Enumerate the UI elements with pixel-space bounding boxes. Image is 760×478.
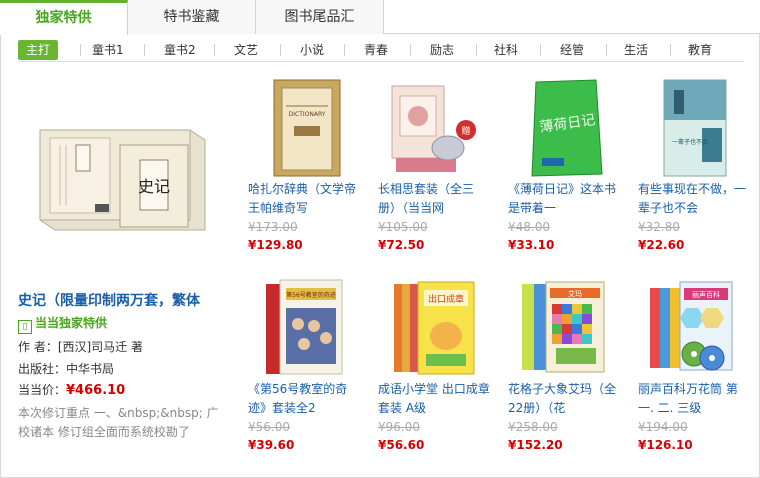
original-price: ¥173.00 <box>248 220 298 234</box>
category-business[interactable]: 经管 <box>560 40 584 60</box>
original-price: ¥32.80 <box>638 220 680 234</box>
divider <box>80 44 81 56</box>
category-inspiration[interactable]: 励志 <box>430 40 454 60</box>
product-image[interactable]: 丽声百科 <box>646 278 742 378</box>
product-name[interactable]: 《薄荷日记》这本书是带着一 <box>508 180 620 218</box>
divider <box>144 44 145 56</box>
sale-price: ¥33.10 <box>508 238 555 252</box>
divider <box>540 44 541 56</box>
featured-description: 本次修订重点 一、&nbsp;&nbsp; 广校诸本 修订组全面而系统校勘了 <box>18 406 219 439</box>
tab-bar: 独家特供 特书鉴藏 图书尾品汇 <box>0 0 760 35</box>
category-life[interactable]: 生活 <box>624 40 648 60</box>
product-image[interactable]: 赠 <box>386 78 482 178</box>
original-price: ¥48.00 <box>508 220 550 234</box>
product-image[interactable]: 一辈子也不会 <box>646 78 742 178</box>
product-name[interactable]: 花格子大象艾玛（全22册）（花 <box>508 380 620 418</box>
product-image[interactable]: 第56号教室的奇迹 <box>256 278 352 378</box>
product-image[interactable]: DICTIONARY <box>256 78 352 178</box>
category-kids1[interactable]: 童书1 <box>92 40 124 60</box>
product-image[interactable]: 艾玛 <box>516 278 612 378</box>
sale-price: ¥152.20 <box>508 438 563 452</box>
sale-price: ¥129.80 <box>248 238 303 252</box>
tab-special-collection[interactable]: 特书鉴藏 <box>128 0 256 34</box>
tab-exclusive[interactable]: 独家特供 <box>0 0 128 35</box>
cover-text: DICTIONARY <box>289 111 326 118</box>
price-label: 当当价： <box>18 383 67 397</box>
product-name[interactable]: 成语小学堂 出口成章套装 A级 <box>378 380 490 418</box>
badge-label: 当当独家特供 <box>35 316 108 330</box>
category-nav: 主打 童书1 童书2 文艺 小说 青春 励志 社科 经管 生活 教育 <box>18 40 744 62</box>
sale-price: ¥39.60 <box>248 438 295 452</box>
sale-price: ¥72.50 <box>378 238 425 252</box>
divider <box>410 44 411 56</box>
sale-price: ¥22.60 <box>638 238 685 252</box>
cover-text: 艾玛 <box>568 290 582 298</box>
product-image[interactable]: 出口成章 <box>386 278 482 378</box>
cover-text: 第56号教室的奇迹 <box>286 291 336 299</box>
cover-text: 出口成章 <box>428 293 464 305</box>
divider <box>606 44 607 56</box>
featured-title[interactable]: 史记（限量印制两万套，繁体 <box>18 290 223 310</box>
category-literature[interactable]: 文艺 <box>234 40 258 60</box>
original-price: ¥105.00 <box>378 220 428 234</box>
category-main[interactable]: 主打 <box>18 40 59 60</box>
category-education[interactable]: 教育 <box>688 40 712 60</box>
product-name[interactable]: 《第56号教室的奇迹》套装全2 <box>248 380 360 418</box>
featured-publisher: 出版社：中华书局 <box>18 362 115 376</box>
dangdang-logo-icon: ▯ <box>18 320 32 334</box>
product-image[interactable]: 薄荷日记 <box>516 78 612 178</box>
divider <box>280 44 281 56</box>
tab-book-clearance[interactable]: 图书尾品汇 <box>256 0 384 34</box>
featured-spine-text: 史记 <box>138 177 170 196</box>
original-price: ¥194.00 <box>638 420 688 434</box>
product-name[interactable]: 有些事现在不做，一辈子也不会 <box>638 180 750 218</box>
category-youth[interactable]: 青春 <box>364 40 388 60</box>
sale-price: ¥126.10 <box>638 438 693 452</box>
exclusive-badge[interactable]: ▯ 当当独家特供 <box>18 314 108 334</box>
featured-price: ¥466.10 <box>66 383 126 398</box>
product-name[interactable]: 丽声百科万花筒 第一. 二. 三级 <box>638 380 750 418</box>
product-name[interactable]: 哈扎尔辞典（文学帝王帕维奇写 <box>248 180 360 218</box>
category-kids2[interactable]: 童书2 <box>164 40 196 60</box>
sale-price: ¥56.60 <box>378 438 425 452</box>
featured-product-image[interactable]: 史记 <box>20 100 220 250</box>
gift-badge-text: 赠 <box>461 125 470 137</box>
category-social-science[interactable]: 社科 <box>494 40 518 60</box>
original-price: ¥56.00 <box>248 420 290 434</box>
cover-text: 丽声百科 <box>692 290 720 299</box>
product-name[interactable]: 长相思套装（全三册）（当当网 <box>378 180 490 218</box>
divider <box>670 44 671 56</box>
category-fiction[interactable]: 小说 <box>300 40 324 60</box>
featured-author: 作 者：[西汉]司马迁 著 <box>18 340 143 354</box>
divider <box>344 44 345 56</box>
featured-price-row: 当当价：¥466.10 <box>18 381 125 398</box>
divider <box>214 44 215 56</box>
original-price: ¥258.00 <box>508 420 558 434</box>
divider <box>476 44 477 56</box>
original-price: ¥96.00 <box>378 420 420 434</box>
cover-text: 一辈子也不会 <box>672 138 708 146</box>
